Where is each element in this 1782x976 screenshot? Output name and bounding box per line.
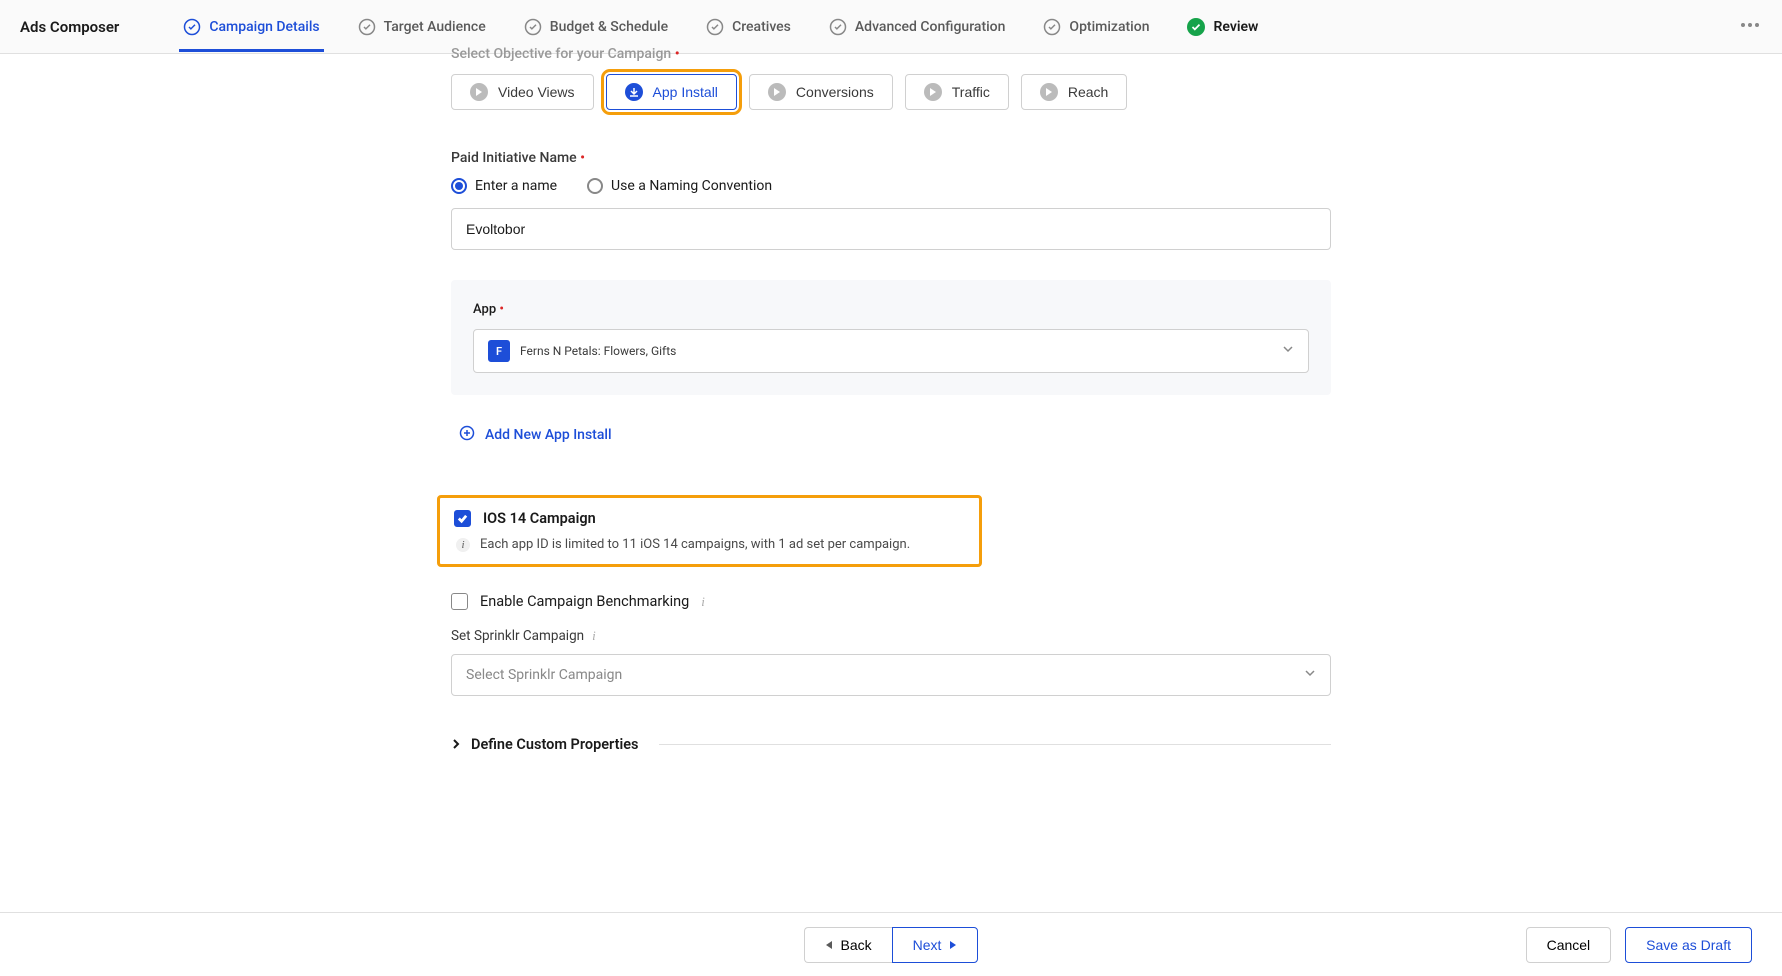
objective-label: Video Views (498, 84, 575, 100)
play-icon (768, 83, 786, 101)
check-circle-icon (524, 18, 542, 36)
play-icon (1040, 83, 1058, 101)
step-label: Creatives (732, 19, 791, 35)
app-label: App (473, 302, 1309, 317)
button-label: Save as Draft (1646, 937, 1731, 953)
app-box: App F Ferns N Petals: Flowers, Gifts (451, 280, 1331, 395)
radio-icon (587, 178, 603, 194)
check-circle-icon (706, 18, 724, 36)
button-label: Cancel (1547, 937, 1591, 953)
step-label: Advanced Configuration (855, 19, 1006, 35)
step-label: Target Audience (384, 19, 486, 35)
play-icon (924, 83, 942, 101)
radio-row: Enter a name Use a Naming Convention (451, 178, 1331, 194)
divider (659, 744, 1332, 745)
ios-14-highlight-box: IOS 14 Campaign i Each app ID is limited… (437, 495, 982, 567)
objective-label: Select Objective for your Campaign (451, 46, 1331, 62)
check-circle-icon (1043, 18, 1061, 36)
step-label: Campaign Details (209, 19, 319, 35)
app-title: Ads Composer (20, 18, 119, 36)
benchmark-label: Enable Campaign Benchmarking (480, 593, 689, 610)
objective-label: Reach (1068, 84, 1108, 100)
checkbox-icon (454, 510, 471, 527)
check-circle-icon (829, 18, 847, 36)
select-placeholder: Select Sprinklr Campaign (466, 667, 622, 683)
check-circle-icon (358, 18, 376, 36)
radio-naming-convention[interactable]: Use a Naming Convention (587, 178, 772, 194)
objective-label: App Install (653, 84, 718, 100)
set-sprinklr-label: Set Sprinklr Campaign i (451, 628, 1331, 644)
benchmark-checkbox-row[interactable]: Enable Campaign Benchmarking i (451, 593, 1331, 610)
download-icon (625, 83, 643, 101)
save-as-draft-button[interactable]: Save as Draft (1625, 927, 1752, 963)
triangle-right-icon (949, 937, 957, 953)
more-icon[interactable] (1738, 13, 1762, 41)
expand-label: Define Custom Properties (471, 736, 639, 753)
info-icon: i (456, 538, 470, 552)
chevron-down-icon (1282, 343, 1294, 359)
objective-traffic[interactable]: Traffic (905, 74, 1009, 110)
ios-14-checkbox-row[interactable]: IOS 14 Campaign (454, 510, 965, 527)
info-icon: i (701, 594, 705, 610)
ios-14-label: IOS 14 Campaign (483, 510, 596, 527)
main-content: Select Objective for your Campaign Video… (0, 54, 1782, 873)
plus-circle-icon (459, 425, 475, 445)
app-select[interactable]: F Ferns N Petals: Flowers, Gifts (473, 329, 1309, 373)
radio-enter-name[interactable]: Enter a name (451, 178, 557, 194)
step-optimization[interactable]: Optimization (1039, 2, 1153, 52)
add-new-app-install-link[interactable]: Add New App Install (451, 425, 1331, 445)
objective-video-views[interactable]: Video Views (451, 74, 594, 110)
step-label: Review (1213, 19, 1258, 35)
next-button[interactable]: Next (892, 927, 979, 963)
sprinklr-campaign-select[interactable]: Select Sprinklr Campaign (451, 654, 1331, 696)
check-circle-icon (183, 18, 201, 36)
step-label: Optimization (1069, 19, 1149, 35)
objective-label: Traffic (952, 84, 990, 100)
cancel-button[interactable]: Cancel (1526, 927, 1612, 963)
check-circle-filled-icon (1187, 18, 1205, 36)
chevron-right-icon (451, 736, 461, 753)
objective-app-install[interactable]: App Install (606, 74, 737, 110)
step-budget-schedule[interactable]: Budget & Schedule (520, 2, 672, 52)
stepper: Campaign Details Target Audience Budget … (179, 2, 1738, 52)
objective-conversions[interactable]: Conversions (749, 74, 893, 110)
step-creatives[interactable]: Creatives (702, 2, 795, 52)
button-label: Next (913, 937, 942, 953)
initiative-name-input[interactable] (451, 208, 1331, 250)
ios-info-row: i Each app ID is limited to 11 iOS 14 ca… (456, 537, 965, 552)
radio-label: Use a Naming Convention (611, 178, 772, 194)
objective-reach[interactable]: Reach (1021, 74, 1127, 110)
ios-info-text: Each app ID is limited to 11 iOS 14 camp… (480, 537, 910, 552)
app-name: Ferns N Petals: Flowers, Gifts (520, 344, 676, 358)
define-custom-properties-toggle[interactable]: Define Custom Properties (451, 736, 1331, 753)
app-icon: F (488, 340, 510, 362)
play-icon (470, 83, 488, 101)
radio-icon (451, 178, 467, 194)
objective-row: Video Views App Install Conversions Traf… (451, 74, 1331, 110)
radio-label: Enter a name (475, 178, 557, 194)
initiative-name-label: Paid Initiative Name (451, 150, 1331, 166)
back-button[interactable]: Back (804, 927, 892, 963)
step-advanced-configuration[interactable]: Advanced Configuration (825, 2, 1010, 52)
footer: Back Next Cancel Save as Draft (0, 912, 1782, 976)
objective-label: Conversions (796, 84, 874, 100)
step-label: Budget & Schedule (550, 19, 668, 35)
triangle-left-icon (825, 937, 833, 953)
chevron-down-icon (1304, 667, 1316, 683)
step-target-audience[interactable]: Target Audience (354, 2, 490, 52)
step-campaign-details[interactable]: Campaign Details (179, 2, 323, 52)
checkbox-icon (451, 593, 468, 610)
step-review[interactable]: Review (1183, 2, 1262, 52)
button-label: Back (841, 937, 872, 953)
add-link-label: Add New App Install (485, 427, 612, 443)
info-icon: i (592, 628, 596, 644)
